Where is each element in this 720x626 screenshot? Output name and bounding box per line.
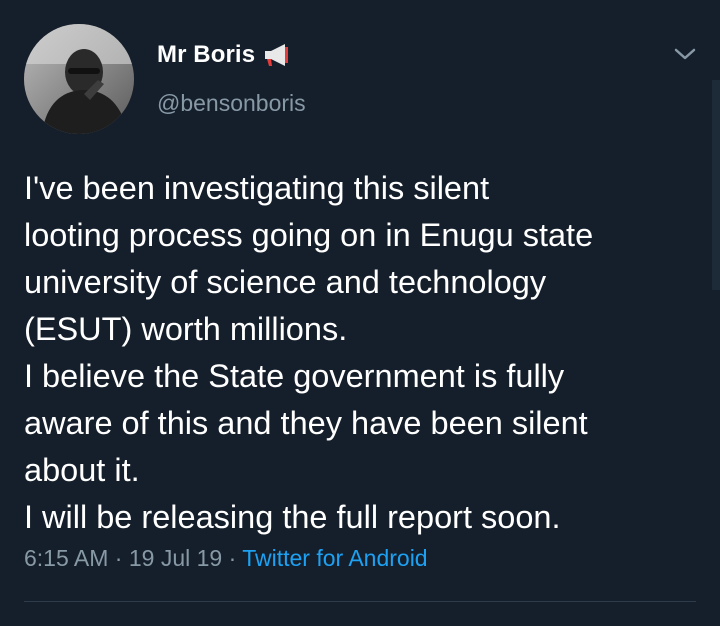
chevron-down-icon[interactable]: [672, 44, 698, 64]
tweet-line: about it.: [24, 452, 140, 488]
divider: [24, 601, 696, 602]
tweet-date[interactable]: 19 Jul 19: [129, 545, 222, 571]
tweet-line: (ESUT) worth millions.: [24, 311, 348, 347]
tweet-line: looting process going on in Enugu state: [24, 217, 594, 253]
display-name[interactable]: Mr Boris: [157, 41, 255, 69]
megaphone-icon: [263, 41, 293, 69]
user-handle[interactable]: @bensonboris: [157, 90, 306, 117]
meta-separator: ·: [222, 545, 243, 571]
display-name-row: Mr Boris: [157, 41, 293, 69]
tweet-line: university of science and technology: [24, 264, 547, 300]
tweet-line: I've been investigating this silent: [24, 170, 490, 206]
tweet-source-link[interactable]: Twitter for Android: [242, 545, 427, 571]
avatar[interactable]: [24, 24, 134, 134]
tweet-line: aware of this and they have been silent: [24, 405, 588, 441]
tweet-text: I've been investigating this silent loot…: [24, 165, 694, 541]
avatar-photo: [24, 24, 134, 134]
tweet-card: Mr Boris @bensonboris I've been investig…: [0, 0, 720, 626]
scrollbar[interactable]: [712, 80, 720, 290]
tweet-line: I will be releasing the full report soon…: [24, 499, 561, 535]
meta-separator: ·: [108, 545, 129, 571]
tweet-line: I believe the State government is fully: [24, 358, 565, 394]
tweet-time[interactable]: 6:15 AM: [24, 545, 108, 571]
tweet-meta: 6:15 AM · 19 Jul 19 · Twitter for Androi…: [24, 545, 428, 572]
